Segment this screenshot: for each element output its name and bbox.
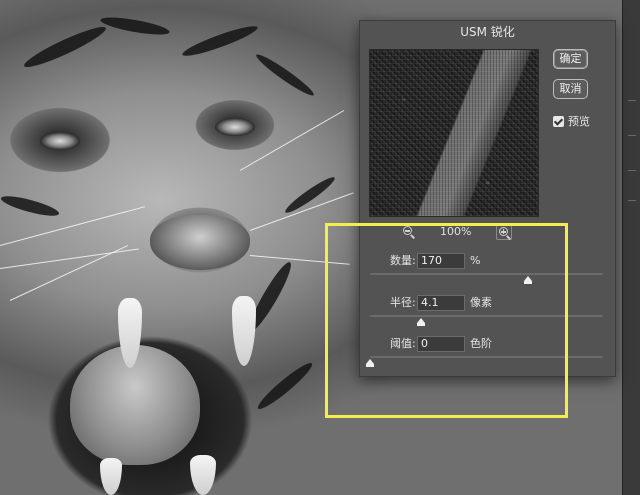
tiger-fang <box>232 296 256 366</box>
panel-edge-strip <box>622 0 640 495</box>
preview-label: 预览 <box>568 115 590 128</box>
preview-toggle[interactable]: 预览 <box>553 114 590 128</box>
panel-tick <box>628 170 636 171</box>
ok-button[interactable]: 确定 <box>553 49 588 69</box>
panel-tick <box>628 100 636 101</box>
tiger-stripe <box>180 21 260 61</box>
tiger-stripe <box>254 358 316 414</box>
preview-texture <box>370 50 538 216</box>
preview-thumbnail[interactable] <box>369 49 539 217</box>
tiger-eye-left <box>40 132 80 150</box>
annotation-highlight-box <box>325 223 568 418</box>
preview-checkbox[interactable] <box>553 115 564 127</box>
tiger-nose <box>150 215 250 270</box>
tiger-stripe <box>99 14 171 38</box>
cancel-button[interactable]: 取消 <box>553 79 588 99</box>
tiger-whisker <box>239 110 345 171</box>
tiger-stripe <box>0 192 61 220</box>
dialog-title[interactable]: USM 锐化 <box>360 21 615 43</box>
tiger-whisker <box>9 245 129 301</box>
tiger-fang <box>190 455 216 495</box>
tiger-whisker <box>0 206 146 246</box>
panel-tick <box>628 135 636 136</box>
tiger-stripe <box>21 21 109 73</box>
tiger-tongue <box>70 345 200 465</box>
tiger-stripe <box>282 173 338 217</box>
tiger-stripe <box>253 50 317 100</box>
tiger-fang <box>100 458 122 495</box>
panel-tick <box>628 200 636 201</box>
tiger-whisker <box>0 248 139 269</box>
tiger-eye-right <box>215 118 255 136</box>
